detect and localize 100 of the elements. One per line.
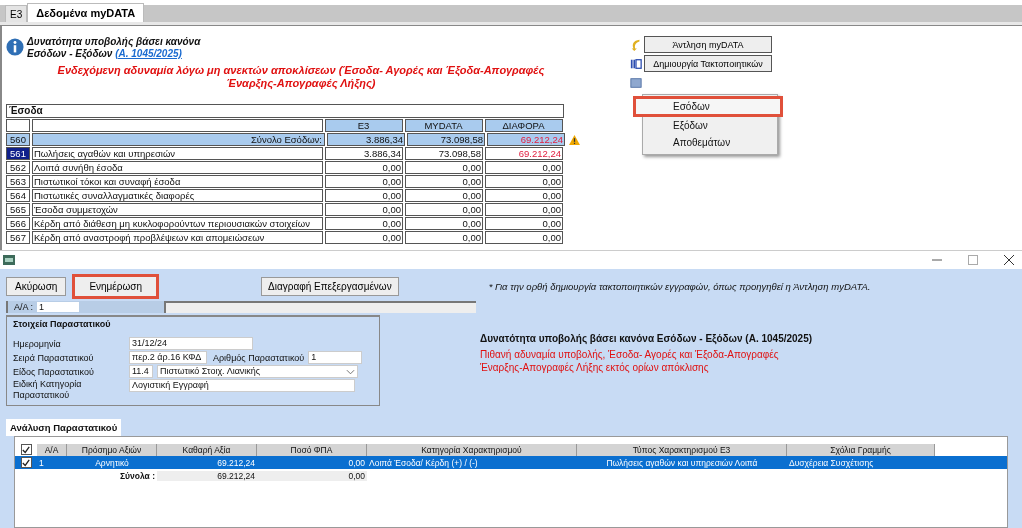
table-cell: 0,00 (405, 231, 483, 244)
table-cell-text: 0,00 (347, 457, 366, 468)
table-cell: 0,00 (325, 231, 403, 244)
column-header: Τύπος Χαρακτηρισμού Ε3 (577, 443, 787, 456)
table-cell: 0,00 (485, 175, 563, 188)
table-cell: 73.098,58 (405, 147, 483, 160)
table-cell: 0,00 (485, 231, 563, 244)
code-cell: 567 (6, 231, 30, 244)
grid-row[interactable]: 1 Αρνητικό 69.212,24 0,00 Λοιπά Έσοδα/ Κέρδη (+) / (-) Πωλήσεις αγαθών και υπηρεσιών Λοιπά Δυσχέρεια Συσχέτισης (15, 456, 1007, 469)
close-icon[interactable] (1004, 255, 1014, 265)
dialog-button[interactable]: Ενημέρωση (72, 273, 160, 299)
warning-text: Ενδεχόμενη αδυναμία λόγω μη ανεκτών αποκλίσεων (Έσοδα- Αγορές και Έξοδα-Απογραφές (57, 64, 545, 77)
table-title: Έσοδα (6, 104, 564, 118)
table-cell: 0,00 (325, 189, 403, 202)
app-icon (3, 255, 15, 265)
date-field[interactable]: 31/12/24 (129, 337, 253, 350)
table-cell: Πωλήσεις αγαθών και υπηρεσιών (32, 147, 323, 160)
column-header: Σχόλια Γραμμής (787, 443, 935, 456)
table-cell: 73.098,58 (407, 133, 485, 146)
checkbox[interactable] (20, 444, 32, 455)
column-header: Ποσό ΦΠΑ (257, 443, 367, 456)
column-header: Α/Α (37, 443, 67, 456)
field-label: Αριθμός Παραστατικού (213, 352, 305, 363)
column-header: Ε3 (325, 119, 403, 132)
total-cell: 0,00 (257, 470, 367, 481)
code-cell: 560 (6, 133, 30, 146)
table-cell: 0,00 (405, 189, 483, 202)
table-cell: 0,00 (485, 161, 563, 174)
code-cell: 562 (6, 161, 30, 174)
table-cell-text: Πωλήσεις αγαθών και υπηρεσιών Λοιπά (605, 457, 759, 468)
header-cell (6, 119, 30, 132)
table-cell: 0,00 (405, 203, 483, 216)
total-cell: 69.212,24 (157, 470, 257, 481)
table-cell: Πιστωτικοί τόκοι και συναφή έσοδα (32, 175, 323, 188)
totals-label: Σύνολα : (119, 470, 156, 481)
menu-item[interactable]: Εξόδων (643, 117, 777, 134)
dialog-button[interactable]: Ακύρωση (6, 276, 67, 296)
field-label: Ειδική Κατηγορία Παραστατικού (13, 379, 83, 401)
column-header: Κατηγορία Χαρακτηρισμού (367, 443, 577, 456)
table-cell: Κέρδη από διάθεση μη κυκλοφορούντων περιουσιακών στοιχείων (32, 217, 323, 230)
rule-text: Εσόδων - Εξόδων (27, 48, 113, 59)
menu-item[interactable]: Αποθεμάτων (643, 134, 777, 151)
tab[interactable]: E3 (5, 5, 28, 22)
delete-button[interactable]: Διαγραφή Επεξεργασμένων (261, 276, 399, 296)
decision-link[interactable]: (Α. 1045/2025) (115, 48, 182, 59)
code-cell: 565 (6, 203, 30, 216)
field-label: Α/Α : (14, 302, 33, 312)
table-cell-text: 69.212,24 (216, 457, 256, 468)
table-cell: Έσοδα συμμετοχών (32, 203, 323, 216)
warning-text: Έναρξης-Απογραφές Λήξης) (226, 77, 376, 90)
record-number-field[interactable]: 1 (37, 302, 79, 312)
table-cell: 0,00 (325, 161, 403, 174)
tab[interactable]: Ανάλυση Παραστατικού (6, 419, 122, 436)
table-cell: Πιστωτικές συναλλαγματικές διαφορές (32, 189, 323, 202)
table-cell-text: 1 (38, 457, 45, 468)
tab[interactable]: Δεδομένα myDATA (27, 3, 145, 22)
table-cell: 0,00 (485, 217, 563, 230)
type-code-field[interactable]: 11.4 (129, 365, 153, 378)
code-cell: 563 (6, 175, 30, 188)
action-button[interactable]: Άντληση myDATA (644, 36, 772, 53)
series-field[interactable]: περ.2 άρ.16 ΚΦΔ (129, 351, 207, 364)
table-cell: 69.212,24 (485, 147, 563, 160)
checkbox[interactable] (20, 457, 32, 468)
table-cell-text: Αρνητικό (94, 457, 130, 468)
warning-text: Έναρξης-Απογραφές Λήξης εκτός ορίων απόκλισης (480, 361, 710, 374)
table-cell: Σύνολο Εσόδων: (32, 133, 325, 146)
group-title: Στοιχεία Παραστατικού (13, 319, 112, 329)
warning-text: Πιθανή αδυναμία υποβολής, Έσοδα- Αγορές και Έξοδα-Απογραφές (480, 348, 780, 361)
curved-arrow-icon (630, 37, 642, 52)
code-cell: 566 (6, 217, 30, 230)
table-cell: 0,00 (325, 203, 403, 216)
type-dropdown[interactable]: Πιστωτικό Στοιχ. Λιανικής (157, 365, 358, 378)
column-header: Πρόσημο Αξιών (67, 443, 157, 456)
table-cell: 0,00 (405, 161, 483, 174)
table-cell: 3.886,34 (325, 147, 403, 160)
table-cell: 0,00 (405, 217, 483, 230)
table-cell: 0,00 (485, 189, 563, 202)
column-header: ΔΙΑΦΟΡΑ (485, 119, 563, 132)
column-header: Καθαρή Αξία (157, 443, 257, 456)
code-cell: 561 (6, 147, 30, 160)
table-cell: 3.886,34 (327, 133, 405, 146)
action-button[interactable]: Δημιουργία Τακτοποιητικών (644, 55, 772, 72)
table-cell: Λοιπά συνήθη έσοδα (32, 161, 323, 174)
category-field[interactable]: Λογιστική Εγγραφή (129, 379, 355, 392)
chevron-down-icon (346, 368, 355, 375)
table-cell: Κέρδη από αναστροφή προβλέψεων και απομειώσεων (32, 231, 323, 244)
code-cell: 564 (6, 189, 30, 202)
field-label: Σειρά Παραστατικού (13, 352, 95, 363)
table-cell: 0,00 (485, 203, 563, 216)
column-header: MYDATA (405, 119, 483, 132)
note-text: * Για την ορθή δημιουργία τακτοποιητικών εγγραφών, όπως προηγηθεί η Άντληση myDATA. (488, 280, 871, 292)
number-field[interactable]: 1 (308, 351, 363, 364)
table-cell: 0,00 (325, 217, 403, 230)
table-cell-text: Λοιπά Έσοδα/ Κέρδη (+) / (-) (368, 457, 479, 468)
table-cell: 0,00 (325, 175, 403, 188)
rule-text: Δυνατότητα υποβολής βάσει κανόνα (27, 36, 201, 47)
table-cell-text: Δυσχέρεια Συσχέτισης (788, 457, 875, 468)
menu-item[interactable]: Εσόδων (635, 98, 781, 115)
info-icon (6, 38, 24, 56)
table-cell: 69.212,24 (487, 133, 565, 146)
